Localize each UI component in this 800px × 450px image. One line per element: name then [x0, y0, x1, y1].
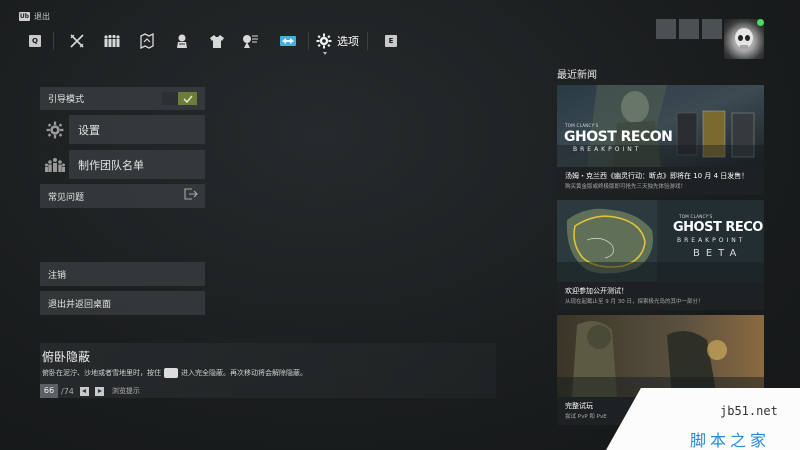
tab-skills-icon[interactable]: [241, 32, 259, 50]
watermark-url: jb51.net: [720, 404, 778, 418]
gear-icon: [40, 115, 69, 144]
uplay-app-icon: Ub: [19, 12, 30, 21]
tip-counter: 66 /74 浏览提示: [40, 384, 140, 398]
friends-slot-3[interactable]: [702, 19, 722, 39]
guide-mode-toggle-row[interactable]: 引导模式: [40, 87, 205, 110]
browse-tips-label: 浏览提示: [111, 387, 140, 395]
keyboard-key-icon: [164, 368, 178, 378]
nav-separator: [367, 32, 368, 50]
friends-slot-2[interactable]: [679, 19, 699, 39]
guide-mode-label: 引导模式: [48, 95, 85, 105]
card2-game-title: GHOST RECON: [673, 220, 764, 235]
tab-missions-icon[interactable]: [68, 32, 86, 50]
tab-outfit-icon[interactable]: [208, 32, 226, 50]
card2-brand: TOM CLANCY'S: [679, 214, 713, 219]
active-tab-indicator: [323, 52, 327, 55]
news-heading: 最近新闻: [557, 70, 597, 81]
settings-button[interactable]: 设置: [40, 115, 205, 144]
check-icon: [183, 95, 193, 103]
tab-store-icon[interactable]: [279, 32, 297, 50]
tip-body-text-1: 俯卧在泥泞、沙地或者雪地里时，按住: [42, 369, 161, 377]
watermark-text: 脚本之家: [690, 431, 771, 450]
tab-options-label[interactable]: 选项: [337, 33, 359, 49]
card3-sub: 尝试 PvP 和 PvE: [565, 414, 607, 420]
nav-separator: [308, 32, 309, 50]
faq-label: 常见问题: [48, 192, 85, 203]
external-link-icon: [184, 188, 198, 200]
card1-game-title: GHOST RECON: [564, 129, 673, 145]
card2-game-sub: BREAKPOINT: [677, 237, 746, 244]
logout-button[interactable]: 注销: [40, 262, 205, 286]
card2-sub: 从现在起截止至 9 月 30 日，探索极光岛的其中一部分！: [565, 299, 704, 305]
faq-button[interactable]: 常见问题: [40, 184, 205, 208]
nav-separator: [53, 32, 54, 50]
news-image-full-trial: [557, 315, 764, 397]
news-card-1[interactable]: TOM CLANCY'S GHOST RECON BREAKPOINT 汤姆・克…: [557, 85, 764, 195]
tab-squad-icon[interactable]: [103, 32, 121, 50]
card2-caption: 欢迎参加公开测试！: [565, 287, 628, 295]
logout-label: 注销: [48, 270, 67, 281]
tip-title: 俯卧隐蔽: [42, 350, 91, 364]
tip-prev-icon[interactable]: [79, 386, 89, 396]
guide-mode-toggle[interactable]: [162, 92, 197, 105]
tip-next-icon[interactable]: [94, 386, 104, 396]
card2-beta-badge: BETA: [693, 248, 743, 259]
credits-button[interactable]: 制作团队名单: [40, 150, 205, 179]
nav-prev-key[interactable]: Q: [29, 35, 41, 47]
tab-options-gear-icon[interactable]: [315, 32, 333, 50]
card1-caption: 汤姆・克兰西《幽灵行动：断点》即将在 10 月 4 日发售！: [565, 172, 749, 180]
top-nav-bar: Q 选项 E: [27, 30, 410, 55]
tip-body: 俯卧在泥泞、沙地或者雪地里时，按住 进入完全隐蔽。再次移动将会解除隐蔽。: [42, 368, 307, 378]
online-status-dot: [757, 19, 764, 26]
nav-next-key[interactable]: E: [385, 35, 397, 47]
tab-gear-icon[interactable]: [173, 32, 191, 50]
tip-current-index: 66: [40, 384, 58, 398]
news-card-2[interactable]: TOM CLANCY'S GHOST RECON BREAKPOINT BETA…: [557, 200, 764, 310]
tab-map-icon[interactable]: [138, 32, 156, 50]
team-icon: [40, 150, 69, 179]
window-title[interactable]: 退出: [34, 11, 50, 22]
tip-total: /74: [61, 386, 74, 396]
tip-body-text-2: 进入完全隐蔽。再次移动将会解除隐蔽。: [181, 369, 307, 377]
card1-brand: TOM CLANCY'S: [565, 123, 599, 128]
tip-panel: 俯卧隐蔽 俯卧在泥泞、沙地或者雪地里时，按住 进入完全隐蔽。再次移动将会解除隐蔽…: [40, 343, 496, 398]
settings-label: 设置: [78, 123, 100, 137]
friends-slot-1[interactable]: [656, 19, 676, 39]
card3-caption: 完整试玩: [565, 402, 593, 410]
card1-sub: 购买黄金版或终极版即可抢先三天独先体验游戏！: [565, 184, 687, 190]
exit-to-desktop-label: 退出并返回桌面: [48, 299, 112, 310]
exit-to-desktop-button[interactable]: 退出并返回桌面: [40, 291, 205, 315]
credits-label: 制作团队名单: [78, 158, 144, 172]
card1-game-sub: BREAKPOINT: [573, 146, 642, 153]
